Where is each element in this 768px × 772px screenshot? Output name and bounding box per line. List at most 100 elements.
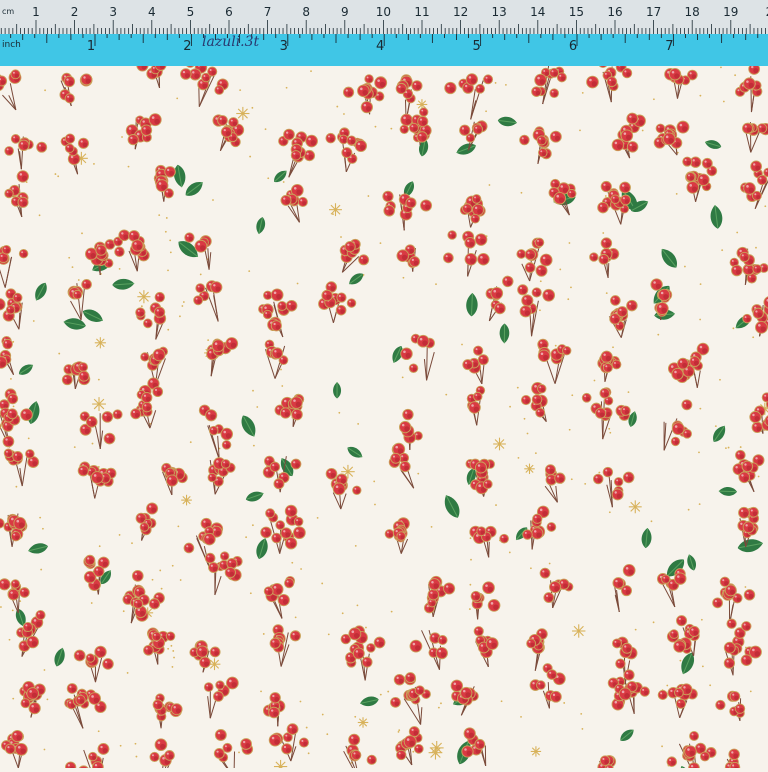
gold-dot xyxy=(702,665,704,667)
gold-dot xyxy=(559,269,561,271)
gold-dot xyxy=(93,163,95,165)
gold-dot xyxy=(403,277,405,279)
gold-dot xyxy=(700,283,702,285)
gold-dot xyxy=(612,346,614,348)
gold-dot xyxy=(253,445,255,447)
gold-dot xyxy=(520,716,522,718)
cm-label: 3 xyxy=(109,5,117,19)
gold-dot xyxy=(338,412,340,414)
gold-dot xyxy=(170,645,172,647)
gold-dot xyxy=(42,528,44,530)
gold-star xyxy=(358,717,368,727)
inch-label: 3 xyxy=(280,39,288,54)
gold-dot xyxy=(435,283,437,285)
gold-dot xyxy=(530,567,532,569)
cm-label: 5 xyxy=(187,5,195,19)
gold-dot xyxy=(263,633,265,635)
gold-dot xyxy=(745,586,747,588)
gold-dot xyxy=(40,569,42,571)
gold-dot xyxy=(252,524,254,526)
gold-dot xyxy=(609,432,611,434)
cm-label: 17 xyxy=(646,5,661,19)
gold-dot xyxy=(440,702,442,704)
gold-dot xyxy=(169,239,171,241)
gold-dot xyxy=(598,472,600,474)
gold-dot xyxy=(295,616,297,618)
gold-dot xyxy=(119,534,121,536)
gold-dot xyxy=(310,70,312,72)
gold-dot xyxy=(521,192,523,194)
gold-dot xyxy=(183,301,185,303)
gold-dot xyxy=(715,425,717,427)
gold-dot xyxy=(44,89,46,91)
gold-dot xyxy=(159,570,161,572)
gold-dot xyxy=(239,89,241,91)
gold-dot xyxy=(606,292,608,294)
gold-dot xyxy=(582,92,584,94)
gold-dot xyxy=(340,236,342,238)
cm-label: 16 xyxy=(607,5,622,19)
gold-dot xyxy=(152,579,154,581)
gold-dot xyxy=(495,504,497,506)
gold-dot xyxy=(158,214,160,216)
gold-dot xyxy=(92,443,94,445)
gold-dot xyxy=(387,691,389,693)
gold-dot xyxy=(398,731,400,733)
gold-dot xyxy=(679,660,681,662)
gold-star xyxy=(137,290,150,303)
gold-dot xyxy=(252,390,254,392)
gold-dot xyxy=(177,525,179,527)
gold-dot xyxy=(758,476,760,478)
gold-dot xyxy=(755,247,757,249)
gold-dot xyxy=(527,433,529,435)
gold-dot xyxy=(375,126,377,128)
gold-dot xyxy=(161,588,163,590)
gold-dot xyxy=(391,611,393,613)
gold-dot xyxy=(165,231,167,233)
gold-dot xyxy=(357,604,359,606)
gold-dot xyxy=(39,214,41,216)
gold-star xyxy=(524,464,534,474)
gold-dot xyxy=(328,633,330,635)
gold-dot xyxy=(470,537,472,539)
gold-dot xyxy=(517,387,519,389)
measuring-ruler: 123456789101112131415161718192 1234567 c… xyxy=(0,0,768,66)
gold-dot xyxy=(300,701,302,703)
gold-dot xyxy=(238,752,240,754)
cm-label: 10 xyxy=(376,5,391,19)
gold-dot xyxy=(461,344,463,346)
gold-dot xyxy=(280,369,282,371)
gold-dot xyxy=(81,232,83,234)
gold-dot xyxy=(136,756,138,758)
gold-star xyxy=(329,203,342,216)
gold-dot xyxy=(728,447,730,449)
inch-label: 4 xyxy=(376,39,384,54)
gold-dot xyxy=(569,429,571,431)
gold-dot xyxy=(608,428,610,430)
gold-dot xyxy=(256,406,258,408)
gold-dot xyxy=(9,639,11,641)
gold-dot xyxy=(723,101,725,103)
gold-dot xyxy=(98,379,100,381)
gold-dot xyxy=(336,106,338,108)
gold-dot xyxy=(736,232,738,234)
gold-dot xyxy=(121,136,123,138)
gold-dot xyxy=(380,694,382,696)
gold-dot xyxy=(580,713,582,715)
cm-label: 12 xyxy=(453,5,468,19)
gold-dot xyxy=(72,266,74,268)
gold-dot xyxy=(128,166,130,168)
gold-dot xyxy=(180,579,182,581)
gold-dot xyxy=(567,298,569,300)
gold-dot xyxy=(569,242,571,244)
cm-label: 7 xyxy=(264,5,272,19)
gold-dot xyxy=(119,268,121,270)
gold-dot xyxy=(47,699,49,701)
gold-dot xyxy=(172,565,174,567)
gold-dot xyxy=(579,129,581,131)
gold-dot xyxy=(15,486,17,488)
gold-dot xyxy=(509,406,511,408)
ruler-graphic: 123456789101112131415161718192 1234567 c… xyxy=(0,0,768,66)
gold-dot xyxy=(283,181,285,183)
gold-dot xyxy=(300,568,302,570)
